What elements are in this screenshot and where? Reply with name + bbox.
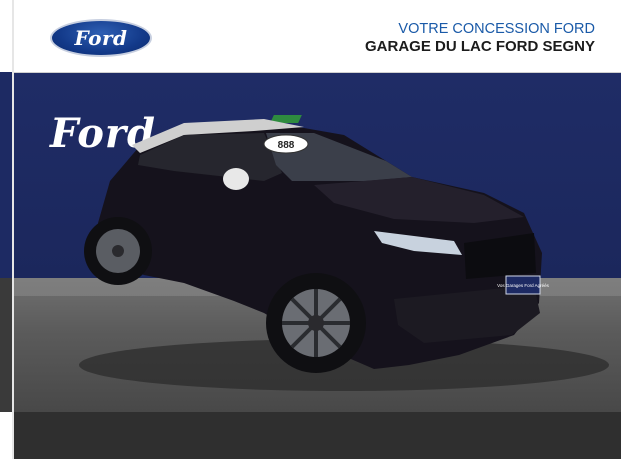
ford-logo[interactable]: Ford: [50, 19, 152, 57]
windshield-sticker-text: 888: [278, 140, 295, 151]
listing-card[interactable]: Ford VOTRE CONCESSION FORD GARAGE DU LAC…: [14, 0, 621, 459]
car-text-layer: 888 Vos Garages Ford Agréés: [278, 140, 550, 288]
dealer-header: Ford VOTRE CONCESSION FORD GARAGE DU LAC…: [14, 0, 621, 73]
ford-logo-text: Ford: [74, 26, 128, 50]
bottom-band: [14, 412, 621, 459]
front-plate-text: Vos Garages Ford Agréés: [497, 283, 550, 288]
dealer-tagline: VOTRE CONCESSION FORD: [398, 21, 595, 37]
dealer-name: GARAGE DU LAC FORD SEGNY: [364, 38, 595, 55]
vehicle-photo[interactable]: Ford 888 Vos Garages Ford Agréés: [14, 73, 621, 412]
left-frame-edge: [0, 0, 14, 459]
